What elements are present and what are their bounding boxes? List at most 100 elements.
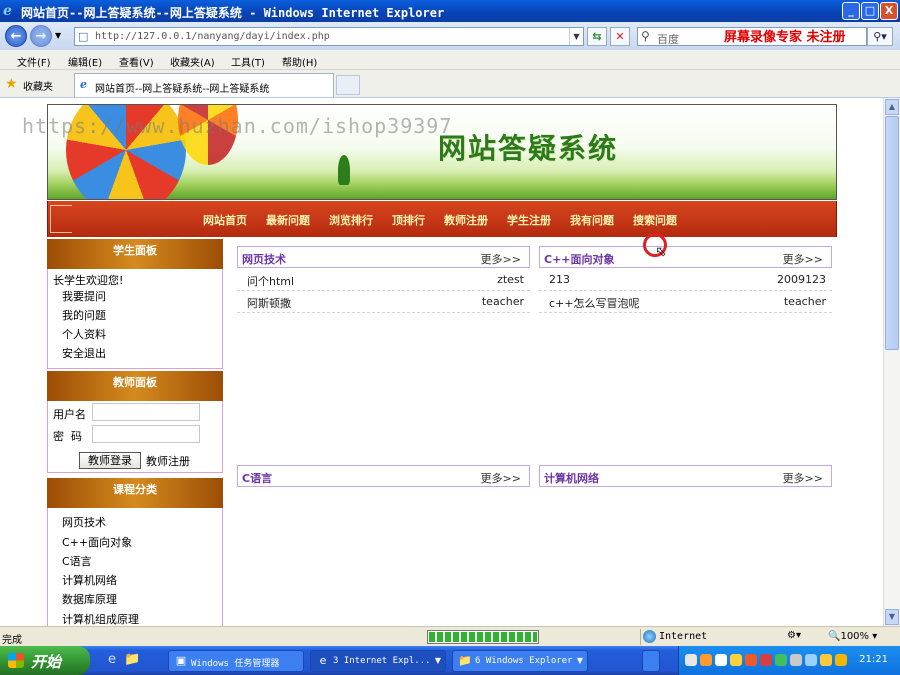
section-web-more[interactable]: 更多>>: [481, 251, 521, 267]
close-button[interactable]: X: [880, 2, 898, 20]
address-field[interactable]: □ http://127.0.0.1/nanyang/dayi/index.ph…: [74, 27, 584, 46]
question-author: teacher: [481, 295, 524, 308]
tray-network-icon[interactable]: [685, 654, 697, 666]
nav-teacher-register[interactable]: 教师注册: [444, 212, 488, 228]
clock[interactable]: 21:21: [859, 654, 888, 665]
link-ask-question[interactable]: 我要提问: [62, 288, 106, 304]
username-input[interactable]: [92, 403, 200, 421]
link-my-questions[interactable]: 我的问题: [62, 307, 106, 323]
category-architecture[interactable]: 计算机组成原理: [62, 611, 139, 626]
address-url[interactable]: http://127.0.0.1/nanyang/dayi/index.php: [95, 31, 330, 42]
start-label: 开始: [31, 653, 62, 671]
scroll-down-icon[interactable]: ▼: [885, 609, 899, 625]
search-go-button[interactable]: ⚲▾: [867, 27, 893, 46]
nav-search[interactable]: 搜索问题: [633, 212, 677, 228]
scroll-thumb[interactable]: [885, 116, 899, 350]
table-row[interactable]: c++怎么写冒泡呢 teacher: [539, 291, 832, 313]
menu-file[interactable]: 文件(F): [17, 54, 51, 69]
section-c-title[interactable]: C语言: [242, 470, 272, 486]
tab-label: 网站首页--网上答疑系统--网上答疑系统: [95, 84, 270, 95]
task-task-manager[interactable]: ▣ Windows 任务管理器: [168, 650, 304, 672]
tray-app-icon[interactable]: [700, 654, 712, 666]
table-row[interactable]: 阿斯顿撒 teacher: [237, 291, 530, 313]
zoom-level[interactable]: 🔍100% ▾: [828, 631, 877, 642]
tray-cloud-icon[interactable]: [715, 654, 727, 666]
menu-favorites[interactable]: 收藏夹(A): [170, 54, 215, 69]
tray-security-icon[interactable]: [835, 654, 847, 666]
menu-help[interactable]: 帮助(H): [282, 54, 317, 69]
question-author: 2009123: [777, 273, 826, 286]
table-row[interactable]: 问个html ztest: [237, 269, 530, 291]
maximize-button[interactable]: □: [861, 2, 879, 20]
section-network-more[interactable]: 更多>>: [783, 470, 823, 486]
task-internet-explorer[interactable]: e 3 Internet Expl... ▼: [310, 650, 446, 672]
section-web-header: 网页技术 更多>>: [237, 246, 530, 268]
nav-home[interactable]: 网站首页: [203, 212, 247, 228]
protected-mode-icon[interactable]: ⚙▾: [787, 630, 801, 641]
tray-antivirus-icon[interactable]: [745, 654, 757, 666]
nav-ask[interactable]: 我有问题: [570, 212, 614, 228]
back-button[interactable]: ←: [5, 25, 27, 47]
section-cpp-title[interactable]: C++面向对象: [544, 251, 615, 267]
start-button[interactable]: 开始: [0, 646, 90, 675]
password-input[interactable]: [92, 425, 200, 443]
taskbar: 开始 e 📁 ▣ Windows 任务管理器 e 3 Internet Expl…: [0, 646, 900, 675]
favorites-button[interactable]: 收藏夹: [23, 78, 53, 93]
history-dropdown-icon[interactable]: ▼: [55, 31, 61, 40]
tab-current[interactable]: e 网站首页--网上答疑系统--网上答疑系统: [74, 73, 334, 97]
address-toolbar: ← → ▼ □ http://127.0.0.1/nanyang/dayi/in…: [0, 22, 900, 50]
new-tab-button[interactable]: [336, 75, 360, 95]
category-cpp[interactable]: C++面向对象: [62, 534, 132, 550]
question-title[interactable]: 213: [549, 273, 570, 286]
category-database[interactable]: 数据库原理: [62, 591, 117, 607]
ie-page-icon: e: [80, 78, 87, 91]
link-logout[interactable]: 安全退出: [62, 345, 106, 361]
tray-update-icon[interactable]: [805, 654, 817, 666]
tray-recorder-icon[interactable]: [760, 654, 772, 666]
question-title[interactable]: 阿斯顿撒: [247, 295, 291, 311]
refresh-button[interactable]: ⇆: [587, 27, 607, 46]
section-network-title[interactable]: 计算机网络: [544, 470, 599, 486]
task-extra[interactable]: [642, 650, 660, 672]
task-windows-explorer[interactable]: 📁 6 Windows Explorer ▼: [452, 650, 588, 672]
section-network-header: 计算机网络 更多>>: [539, 465, 832, 487]
zoom-value[interactable]: 100%: [840, 631, 869, 642]
section-c-header: C语言 更多>>: [237, 465, 530, 487]
category-c[interactable]: C语言: [62, 553, 92, 569]
stop-button[interactable]: ✕: [610, 27, 630, 46]
tray-shield-icon[interactable]: [820, 654, 832, 666]
scroll-up-icon[interactable]: ▲: [885, 99, 899, 115]
minimize-button[interactable]: _: [842, 2, 860, 20]
tray-qq-icon[interactable]: [730, 654, 742, 666]
question-title[interactable]: c++怎么写冒泡呢: [549, 295, 639, 311]
nav-student-register[interactable]: 学生注册: [507, 212, 551, 228]
section-cpp-header: C++面向对象 更多>>: [539, 246, 832, 268]
menu-tools[interactable]: 工具(T): [231, 54, 265, 69]
nav-views-rank[interactable]: 浏览排行: [329, 212, 373, 228]
section-web-title[interactable]: 网页技术: [242, 251, 286, 267]
nav-latest[interactable]: 最新问题: [266, 212, 310, 228]
ie-quicklaunch-icon[interactable]: e: [104, 652, 120, 668]
tray-volume-icon[interactable]: [790, 654, 802, 666]
teacher-register-link[interactable]: 教师注册: [146, 453, 190, 469]
category-network[interactable]: 计算机网络: [62, 572, 117, 588]
category-panel-title: 课程分类: [47, 478, 223, 508]
section-c-more[interactable]: 更多>>: [481, 470, 521, 486]
address-dropdown-icon[interactable]: ▼: [569, 28, 583, 45]
section-cpp-more[interactable]: 更多>>: [783, 251, 823, 267]
folder-quicklaunch-icon[interactable]: 📁: [124, 652, 140, 668]
forward-button[interactable]: →: [30, 25, 52, 47]
table-row[interactable]: 213 2009123: [539, 269, 832, 291]
nav-top-rank[interactable]: 顶排行: [392, 212, 425, 228]
tray-chat-icon[interactable]: [775, 654, 787, 666]
category-web[interactable]: 网页技术: [62, 514, 106, 530]
vertical-scrollbar[interactable]: ▲ ▼: [883, 98, 900, 626]
status-bar: 完成 Internet ⚙▾ 🔍100% ▾: [0, 626, 900, 646]
menu-view[interactable]: 查看(V): [119, 54, 154, 69]
question-title[interactable]: 问个html: [247, 273, 294, 289]
teacher-login-button[interactable]: 教师登录: [79, 452, 141, 469]
menu-edit[interactable]: 编辑(E): [68, 54, 102, 69]
favorites-star-icon[interactable]: ★: [5, 76, 18, 92]
search-placeholder: 百度: [657, 33, 679, 46]
link-profile[interactable]: 个人资料: [62, 326, 106, 342]
